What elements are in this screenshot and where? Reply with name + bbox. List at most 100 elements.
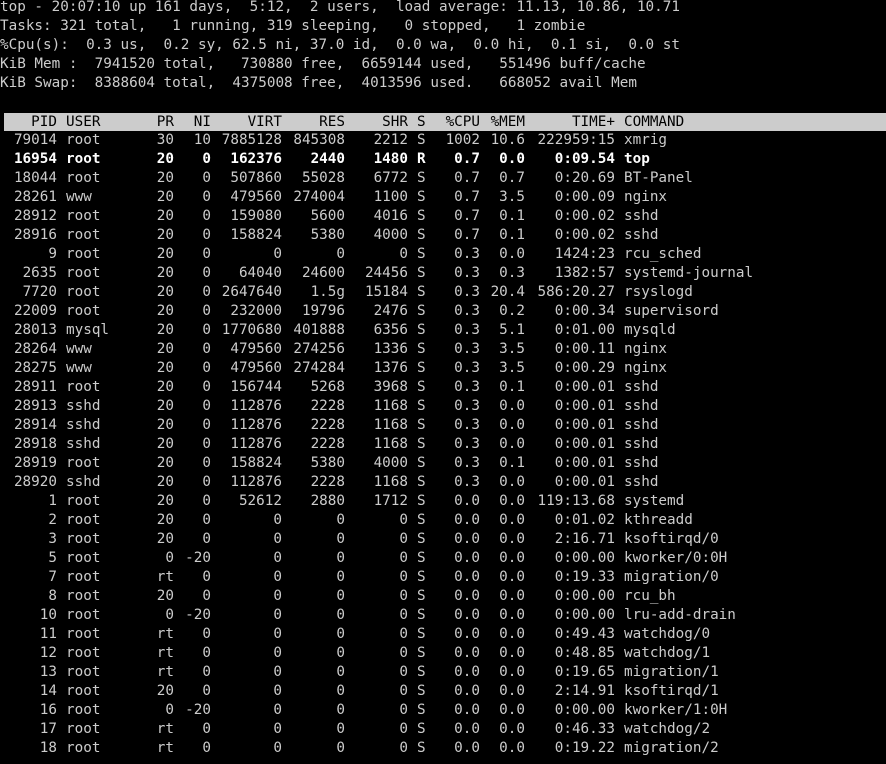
process-virt: 0 bbox=[273, 664, 282, 680]
process-mem: 3.5 bbox=[499, 360, 525, 376]
process-state: S bbox=[417, 284, 426, 300]
process-row[interactable]: 22009 root 20 0 232000 19796 2476 S 0.3 0.2 0:00.3… bbox=[0, 302, 886, 321]
process-command: BT-Panel bbox=[624, 170, 693, 186]
process-shr: 4016 bbox=[373, 208, 408, 224]
process-cpu: 0.7 bbox=[454, 170, 480, 186]
process-mem: 0.0 bbox=[499, 607, 525, 623]
process-nice: 0 bbox=[202, 379, 211, 395]
process-priority: 20 bbox=[156, 360, 174, 376]
process-row[interactable]: 16 root 0 -20 0 0 0 S 0.0 0.0 0:00.00 kworker/1:0H bbox=[0, 701, 886, 720]
process-row[interactable]: 14 root 20 0 0 0 0 S 0.0 0.0 2:14.91 ksoftirqd/1 bbox=[0, 682, 886, 701]
process-state: S bbox=[417, 512, 426, 528]
summary-cpu-line: %Cpu(s): 0.3 us, 0.2 sy, 62.5 ni, 37.0 i… bbox=[0, 37, 680, 53]
process-time: 0:00.02 bbox=[554, 208, 615, 224]
process-row[interactable]: 28918 sshd 20 0 112876 2228 1168 S 0.3 0.0 0:00.01… bbox=[0, 435, 886, 454]
process-cpu: 0.7 bbox=[454, 151, 480, 167]
process-time: 0:00.09 bbox=[554, 189, 615, 205]
process-cpu: 0.0 bbox=[454, 702, 480, 718]
process-pid: 28275 bbox=[13, 360, 57, 376]
process-row[interactable]: 7720 root 20 0 2647640 1.5g 15184 S 0.3 20.4 586:2… bbox=[0, 283, 886, 302]
process-priority: 20 bbox=[156, 512, 174, 528]
process-priority: 20 bbox=[156, 284, 174, 300]
process-pid: 7720 bbox=[22, 284, 57, 300]
process-shr: 4000 bbox=[373, 227, 408, 243]
process-shr: 0 bbox=[399, 721, 408, 737]
process-mem: 0.0 bbox=[499, 531, 525, 547]
summary-mem-line: KiB Mem : 7941520 total, 730880 free, 66… bbox=[0, 56, 646, 72]
process-row[interactable]: 7 root rt 0 0 0 0 S 0.0 0.0 0:19.33 migration/0 bbox=[0, 568, 886, 587]
process-row[interactable]: 2635 root 20 0 64040 24600 24456 S 0.3 0.3 1382:57… bbox=[0, 264, 886, 283]
process-cpu: 0.3 bbox=[454, 474, 480, 490]
process-row[interactable]: 28911 root 20 0 156744 5268 3968 S 0.3 0.1 0:00.01… bbox=[0, 378, 886, 397]
process-row[interactable]: 28912 root 20 0 159080 5600 4016 S 0.7 0.1 0:00.02… bbox=[0, 207, 886, 226]
process-nice: 0 bbox=[202, 664, 211, 680]
process-virt: 158824 bbox=[230, 455, 282, 471]
process-row[interactable]: 18 root rt 0 0 0 0 S 0.0 0.0 0:19.22 migration/2 bbox=[0, 739, 886, 758]
process-priority: rt bbox=[156, 626, 174, 642]
process-row[interactable]: 16954 root 20 0 162376 2440 1480 R 0.7 0.0 0:09.54… bbox=[0, 150, 886, 169]
process-res: 2228 bbox=[310, 417, 345, 433]
process-row[interactable]: 13 root rt 0 0 0 0 S 0.0 0.0 0:19.65 migration/1 bbox=[0, 663, 886, 682]
process-pid: 18044 bbox=[13, 170, 57, 186]
process-nice: 0 bbox=[202, 626, 211, 642]
process-row[interactable]: 28261 www 20 0 479560 274004 1100 S 0.7 3.5 0:00.0… bbox=[0, 188, 886, 207]
process-pid: 16 bbox=[39, 702, 57, 718]
process-row[interactable]: 5 root 0 -20 0 0 0 S 0.0 0.0 0:00.00 kworker/0:0H bbox=[0, 549, 886, 568]
process-cpu: 0.0 bbox=[454, 512, 480, 528]
process-shr: 0 bbox=[399, 531, 408, 547]
process-row[interactable]: 9 root 20 0 0 0 0 S 0.3 0.0 1424:23 rcu_sched bbox=[0, 245, 886, 264]
process-row[interactable]: 3 root 20 0 0 0 0 S 0.0 0.0 2:16.71 ksoftirqd/0 bbox=[0, 530, 886, 549]
process-nice: -20 bbox=[185, 607, 211, 623]
process-priority: 20 bbox=[156, 208, 174, 224]
process-virt: 7885128 bbox=[221, 132, 282, 148]
process-time: 0:19.33 bbox=[554, 569, 615, 585]
process-shr: 1480 bbox=[373, 151, 408, 167]
process-cpu: 0.0 bbox=[454, 645, 480, 661]
process-row[interactable]: 28913 sshd 20 0 112876 2228 1168 S 0.3 0.0 0:00.01… bbox=[0, 397, 886, 416]
process-row[interactable]: 28013 mysql 20 0 1770680 401888 6356 S 0.3 5.1 0:0… bbox=[0, 321, 886, 340]
process-row[interactable]: 18044 root 20 0 507860 55028 6772 S 0.7 0.7 0:20.6… bbox=[0, 169, 886, 188]
process-virt: 0 bbox=[273, 702, 282, 718]
process-res: 5268 bbox=[310, 379, 345, 395]
process-user: root bbox=[66, 246, 101, 262]
process-row[interactable]: 2 root 20 0 0 0 0 S 0.0 0.0 0:01.02 kthreadd bbox=[0, 511, 886, 530]
process-row[interactable]: 28914 sshd 20 0 112876 2228 1168 S 0.3 0.0 0:00.01… bbox=[0, 416, 886, 435]
process-priority: 20 bbox=[156, 170, 174, 186]
process-virt: 52612 bbox=[238, 493, 282, 509]
process-row[interactable]: 28275 www 20 0 479560 274284 1376 S 0.3 3.5 0:00.2… bbox=[0, 359, 886, 378]
process-user: root bbox=[66, 512, 101, 528]
process-row[interactable]: 1 root 20 0 52612 2880 1712 S 0.0 0.0 119:13.68 sys… bbox=[0, 492, 886, 511]
process-state: S bbox=[417, 170, 426, 186]
process-priority: 20 bbox=[156, 436, 174, 452]
process-row[interactable]: 79014 root 30 10 7885128 845308 2212 S 1002 10.6 2… bbox=[0, 131, 886, 150]
process-user: www bbox=[66, 341, 92, 357]
terminal-window[interactable]: top - 20:07:10 up 161 days, 5:12, 2 user… bbox=[0, 0, 886, 764]
process-row[interactable]: 11 root rt 0 0 0 0 S 0.0 0.0 0:49.43 watchdog/0 bbox=[0, 625, 886, 644]
process-time: 0:00.01 bbox=[554, 398, 615, 414]
process-state: S bbox=[417, 645, 426, 661]
process-command: kworker/0:0H bbox=[624, 550, 728, 566]
process-nice: 0 bbox=[202, 740, 211, 756]
process-priority: 20 bbox=[156, 398, 174, 414]
process-row[interactable]: 8 root 20 0 0 0 0 S 0.0 0.0 0:00.00 rcu_bh bbox=[0, 587, 886, 606]
process-state: S bbox=[417, 227, 426, 243]
summary-swap-line: KiB Swap: 8388604 total, 4375008 free, 4… bbox=[0, 75, 637, 91]
process-res: 0 bbox=[336, 702, 345, 718]
process-cpu: 0.3 bbox=[454, 246, 480, 262]
process-row[interactable]: 12 root rt 0 0 0 0 S 0.0 0.0 0:48.85 watchdog/1 bbox=[0, 644, 886, 663]
process-res: 0 bbox=[336, 246, 345, 262]
process-cpu: 1002 bbox=[445, 132, 480, 148]
process-res: 274004 bbox=[293, 189, 345, 205]
process-state: S bbox=[417, 246, 426, 262]
process-virt: 0 bbox=[273, 626, 282, 642]
process-row[interactable]: 28916 root 20 0 158824 5380 4000 S 0.7 0.1 0:00.02… bbox=[0, 226, 886, 245]
process-row[interactable]: 17 root rt 0 0 0 0 S 0.0 0.0 0:46.33 watchdog/2 bbox=[0, 720, 886, 739]
process-shr: 0 bbox=[399, 246, 408, 262]
process-row[interactable]: 10 root 0 -20 0 0 0 S 0.0 0.0 0:00.00 lru-add-drain bbox=[0, 606, 886, 625]
process-virt: 0 bbox=[273, 588, 282, 604]
process-row[interactable]: 28920 sshd 20 0 112876 2228 1168 S 0.3 0.0 0:00.01… bbox=[0, 473, 886, 492]
header-shr: SHR bbox=[382, 114, 408, 130]
process-row[interactable]: 28919 root 20 0 158824 5380 4000 S 0.3 0.1 0:00.01… bbox=[0, 454, 886, 473]
process-row[interactable]: 28264 www 20 0 479560 274256 1336 S 0.3 3.5 0:00.1… bbox=[0, 340, 886, 359]
process-user: root bbox=[66, 132, 101, 148]
